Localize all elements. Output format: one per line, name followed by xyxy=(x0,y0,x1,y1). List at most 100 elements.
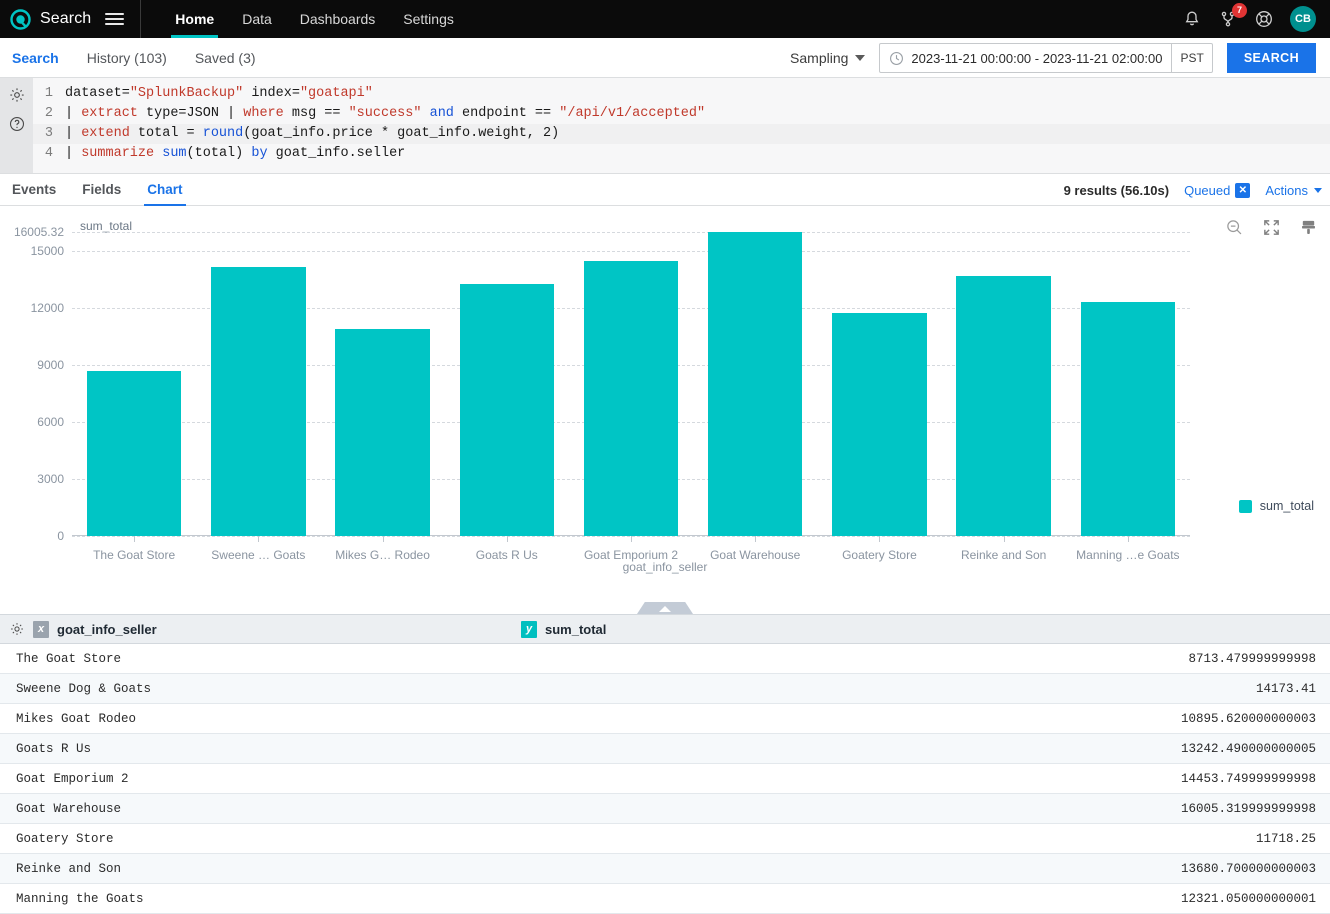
main-menu: Home Data Dashboards Settings xyxy=(161,0,468,38)
table-header-row: x goat_info_seller y sum_total xyxy=(0,614,1330,644)
menu-item-dashboards[interactable]: Dashboards xyxy=(286,0,390,38)
chart-plot-area: 0 3000 6000 9000 12000 15000 16005.32 The Goat… xyxy=(14,225,1190,562)
search-sub-toolbar: Search History (103) Saved (3) Sampling … xyxy=(0,38,1330,78)
queued-status-badge[interactable]: Queued ✕ xyxy=(1184,182,1251,198)
time-range-picker[interactable]: 2023-11-21 00:00:00 - 2023-11-21 02:00:0… xyxy=(879,43,1213,73)
table-row[interactable]: Goatery Store 11718.25 xyxy=(0,824,1330,854)
subtab-history[interactable]: History (103) xyxy=(73,50,181,66)
chart-bar[interactable] xyxy=(86,370,182,536)
tab-chart[interactable]: Chart xyxy=(134,174,195,206)
chart-bar-slot: The Goat Store xyxy=(72,232,196,562)
help-circle-icon[interactable] xyxy=(8,115,26,133)
code-text: | extract type=JSON | where msg == "succ… xyxy=(65,106,706,121)
code-line: 3 | extend total = round(goat_info.price… xyxy=(33,124,1330,144)
sampling-dropdown[interactable]: Sampling xyxy=(790,50,866,66)
editor-lines[interactable]: 1 dataset="SplunkBackup" index="goatapi"… xyxy=(33,78,1330,173)
menu-item-home[interactable]: Home xyxy=(161,0,228,38)
table-row[interactable]: Sweene Dog & Goats 14173.41 xyxy=(0,674,1330,704)
close-icon[interactable]: ✕ xyxy=(1235,182,1251,198)
chart-bar[interactable] xyxy=(1080,301,1176,536)
hamburger-menu-icon[interactable] xyxy=(105,13,125,25)
chevron-down-icon xyxy=(1314,187,1322,193)
cell-seller: Goat Emporium 2 xyxy=(16,771,129,786)
code-text: dataset="SplunkBackup" index="goatapi" xyxy=(65,86,373,101)
x-axis-tick-mark xyxy=(879,536,881,542)
code-line: 1 dataset="SplunkBackup" index="goatapi" xyxy=(33,84,1330,104)
brand[interactable]: Search xyxy=(0,8,92,30)
x-axis-tick-mark xyxy=(506,536,508,542)
chart-bar[interactable] xyxy=(211,266,306,536)
avatar[interactable]: CB xyxy=(1290,6,1316,32)
tab-fields[interactable]: Fields xyxy=(69,174,134,205)
table-row[interactable]: The Goat Store 8713.479999999998 xyxy=(0,644,1330,674)
table-row[interactable]: Goats R Us 13242.490000000005 xyxy=(0,734,1330,764)
help-lifebuoy-icon[interactable] xyxy=(1254,9,1274,29)
x-axis-badge: x xyxy=(33,620,49,638)
brand-name: Search xyxy=(40,10,92,27)
x-axis-tick-mark xyxy=(1003,536,1005,542)
chart-bar[interactable] xyxy=(459,284,554,536)
chart-bar[interactable] xyxy=(335,329,430,536)
chart-bar[interactable] xyxy=(956,276,1051,536)
cell-sum-total: 16005.319999999998 xyxy=(1180,801,1316,816)
panel-splitter xyxy=(0,602,1330,614)
tab-events[interactable]: Events xyxy=(0,174,69,205)
chart-bar-slot: Mikes G… Rodeo xyxy=(320,232,444,562)
subtab-saved[interactable]: Saved (3) xyxy=(181,50,270,66)
collapse-arrows-icon[interactable] xyxy=(1262,218,1281,237)
search-button[interactable]: SEARCH xyxy=(1226,43,1316,73)
y-axis-tick-label: 12000 xyxy=(30,301,64,316)
table-row[interactable]: Manning the Goats 12321.050000000001 xyxy=(0,884,1330,914)
chart-bar[interactable] xyxy=(832,313,927,536)
actions-label: Actions xyxy=(1265,182,1308,198)
table-column-header-seller[interactable]: x goat_info_seller xyxy=(33,620,511,638)
menu-item-settings[interactable]: Settings xyxy=(389,0,468,38)
chart-panel: sum_total 0 3000 6000 9000 12000 15000 16005.3… xyxy=(0,206,1330,602)
cell-seller: Reinke and Son xyxy=(16,861,122,876)
chart-bar-slot: Manning …e Goats xyxy=(1066,232,1190,562)
cell-seller: The Goat Store xyxy=(16,651,122,666)
x-axis-tick-mark xyxy=(382,536,384,542)
column-label: sum_total xyxy=(545,621,607,637)
menu-item-data[interactable]: Data xyxy=(228,0,286,38)
y-axis-tick-label: 6000 xyxy=(37,415,64,430)
cell-sum-total: 12321.050000000001 xyxy=(1180,891,1316,906)
actions-dropdown[interactable]: Actions xyxy=(1265,183,1322,198)
queued-label: Queued xyxy=(1184,182,1231,198)
chart-bar-slot: Goat Warehouse xyxy=(693,232,817,562)
chart-bar-slot: Reinke and Son xyxy=(942,232,1066,562)
x-axis-tick-mark xyxy=(1127,536,1129,542)
nav-divider xyxy=(140,0,142,38)
line-number: 3 xyxy=(44,126,53,141)
chart-bar[interactable] xyxy=(583,261,679,536)
cell-sum-total: 14453.749999999998 xyxy=(1180,771,1316,786)
activity-branch-icon[interactable]: 7 xyxy=(1218,3,1247,29)
table-row[interactable]: Reinke and Son 13680.700000000003 xyxy=(0,854,1330,884)
gear-icon[interactable] xyxy=(8,86,26,104)
table-row[interactable]: Goat Warehouse 16005.319999999998 xyxy=(0,794,1330,824)
query-editor[interactable]: 1 dataset="SplunkBackup" index="goatapi"… xyxy=(0,78,1330,174)
chart-legend[interactable]: sum_total xyxy=(1238,499,1314,513)
subtab-search[interactable]: Search xyxy=(0,50,73,66)
cell-seller: Goatery Store xyxy=(16,831,114,846)
chart-bar-slot: Goatery Store xyxy=(817,232,941,562)
table-row[interactable]: Goat Emporium 2 14453.749999999998 xyxy=(0,764,1330,794)
chart-x-axis-title: goat_info_seller xyxy=(622,560,708,574)
timezone-label[interactable]: PST xyxy=(1171,44,1211,72)
chart-bar[interactable] xyxy=(708,232,803,536)
cell-sum-total: 13680.700000000003 xyxy=(1180,861,1316,876)
legend-swatch xyxy=(1238,499,1252,513)
bell-icon[interactable] xyxy=(1182,9,1202,29)
search-controls: Sampling 2023-11-21 00:00:00 - 2023-11-2… xyxy=(790,38,1330,78)
paint-brush-icon[interactable] xyxy=(1299,218,1318,237)
chevron-up-icon xyxy=(659,605,671,612)
resize-drag-handle[interactable] xyxy=(637,602,693,614)
zoom-out-icon[interactable] xyxy=(1225,218,1244,237)
line-number: 2 xyxy=(44,106,53,121)
line-number: 1 xyxy=(44,86,53,101)
table-column-header-total[interactable]: y sum_total xyxy=(511,620,1330,638)
table-row[interactable]: Mikes Goat Rodeo 10895.620000000003 xyxy=(0,704,1330,734)
y-axis-badge: y xyxy=(521,620,537,638)
table-settings-gear-icon[interactable] xyxy=(0,621,33,637)
cell-seller: Manning the Goats xyxy=(16,891,144,906)
